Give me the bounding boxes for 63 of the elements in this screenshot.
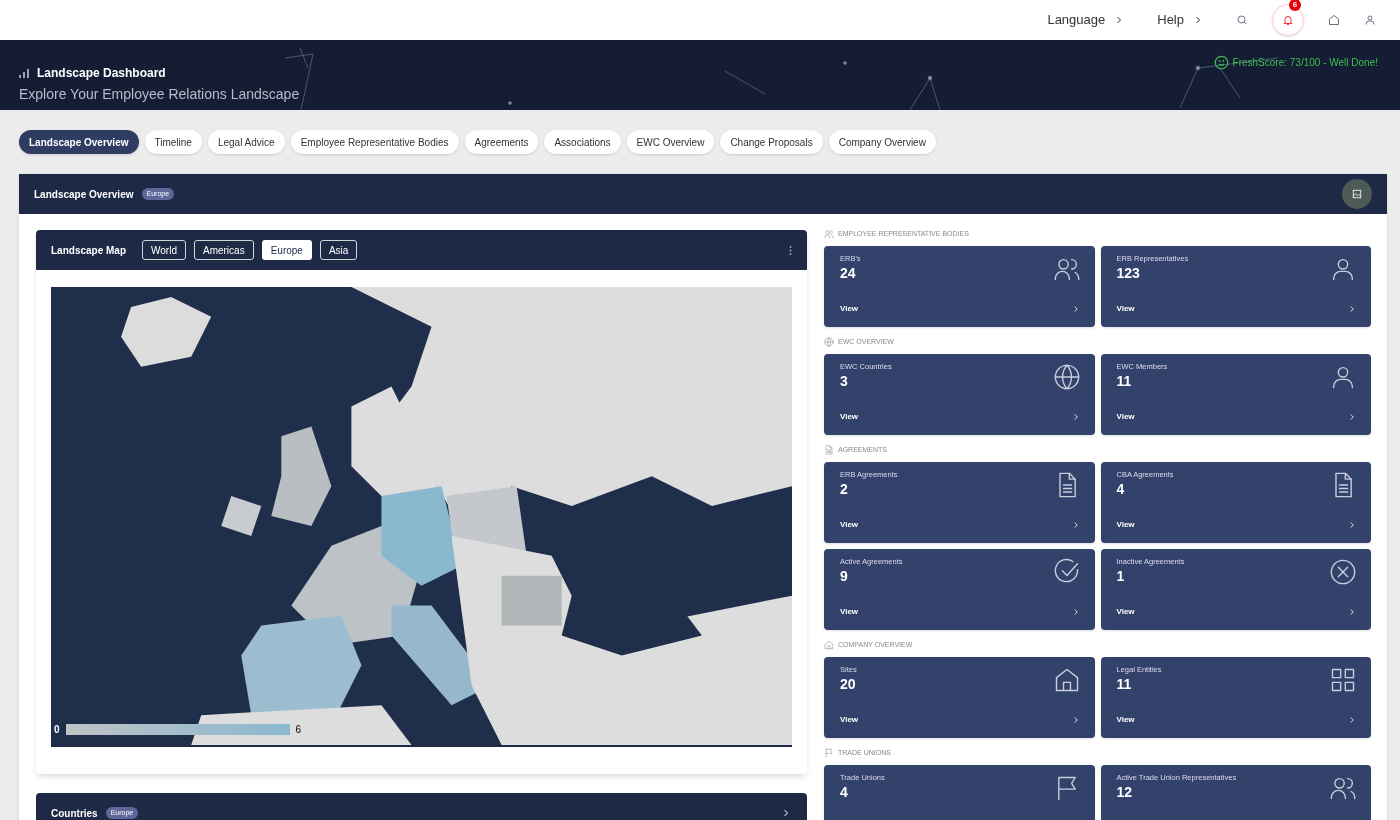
view-link[interactable]: View bbox=[1116, 303, 1357, 315]
view-link[interactable]: View bbox=[840, 714, 1081, 726]
tab[interactable]: Timeline bbox=[144, 130, 202, 154]
legend-min: 0 bbox=[54, 723, 60, 737]
more-icon[interactable] bbox=[789, 245, 792, 255]
document-icon bbox=[824, 445, 834, 455]
notification-badge: 6 bbox=[1289, 0, 1301, 11]
map-title: Landscape Map bbox=[51, 243, 127, 258]
countries-title: Countries bbox=[51, 806, 98, 820]
stat-value: 3 bbox=[840, 372, 849, 391]
search-icon[interactable] bbox=[1236, 14, 1248, 26]
stat-value: 11 bbox=[1116, 372, 1133, 391]
view-link[interactable]: View bbox=[1116, 411, 1357, 423]
tab[interactable]: EWC Overview bbox=[626, 130, 715, 154]
image-button[interactable] bbox=[1342, 179, 1372, 209]
view-link[interactable]: View bbox=[840, 411, 1081, 423]
x-circle-icon bbox=[1329, 558, 1357, 586]
stat-value: 24 bbox=[840, 264, 857, 283]
people-icon bbox=[824, 229, 834, 239]
flag-icon bbox=[824, 748, 834, 758]
tab[interactable]: Associations bbox=[544, 130, 621, 154]
stat-value: 4 bbox=[840, 783, 849, 802]
stat-value: 2 bbox=[840, 480, 849, 499]
smiley-icon bbox=[1213, 55, 1229, 70]
dashboard-subtitle: Explore Your Employee Relations Landscape bbox=[19, 85, 301, 104]
region-toggle[interactable]: Asia bbox=[319, 240, 358, 260]
stat-value: 123 bbox=[1116, 264, 1141, 283]
stat-value: 4 bbox=[1116, 480, 1126, 499]
signal-bars-icon bbox=[19, 68, 29, 78]
menu-link[interactable]: Help bbox=[1157, 10, 1204, 30]
bell-icon bbox=[1282, 14, 1294, 26]
home-icon[interactable] bbox=[1328, 14, 1340, 26]
menu-link[interactable]: Language bbox=[1047, 10, 1126, 30]
view-link[interactable]: View bbox=[840, 519, 1081, 531]
tab[interactable]: Landscape Overview bbox=[19, 130, 139, 154]
view-link[interactable]: View bbox=[1116, 606, 1357, 618]
view-link[interactable]: View bbox=[1116, 714, 1357, 726]
view-link[interactable]: View bbox=[840, 303, 1081, 315]
stat-value: 9 bbox=[840, 567, 849, 586]
tab[interactable]: Company Overview bbox=[828, 130, 936, 154]
panel-title: Landscape Overview bbox=[34, 187, 134, 202]
region-toggle[interactable]: World bbox=[142, 240, 186, 260]
image-icon bbox=[1352, 189, 1362, 199]
grid-icon bbox=[1329, 666, 1357, 694]
fresh-score: FreshScore: 73/100 - Well Done! bbox=[1232, 56, 1378, 70]
user-icon[interactable] bbox=[1364, 14, 1376, 26]
globe-icon bbox=[824, 337, 834, 347]
stat-value: 12 bbox=[1116, 783, 1134, 802]
tab[interactable]: Change Proposals bbox=[720, 130, 823, 154]
globe-icon bbox=[1052, 363, 1081, 391]
tab[interactable]: Agreements bbox=[464, 130, 539, 154]
house-icon bbox=[824, 640, 834, 650]
legend-max: 6 bbox=[295, 723, 302, 737]
region-toggle[interactable]: Americas bbox=[193, 240, 254, 260]
stat-value: 11 bbox=[1116, 675, 1133, 694]
tab[interactable]: Employee Representative Bodies bbox=[290, 130, 459, 154]
view-link[interactable]: View bbox=[1116, 519, 1357, 531]
stat-value: 1 bbox=[1116, 567, 1126, 586]
stat-value: 20 bbox=[840, 675, 857, 694]
dashboard-title: Landscape Dashboard bbox=[37, 65, 166, 82]
view-link[interactable]: View bbox=[840, 606, 1081, 618]
region-toggle[interactable]: Europe bbox=[261, 240, 312, 260]
tab[interactable]: Legal Advice bbox=[207, 130, 285, 154]
